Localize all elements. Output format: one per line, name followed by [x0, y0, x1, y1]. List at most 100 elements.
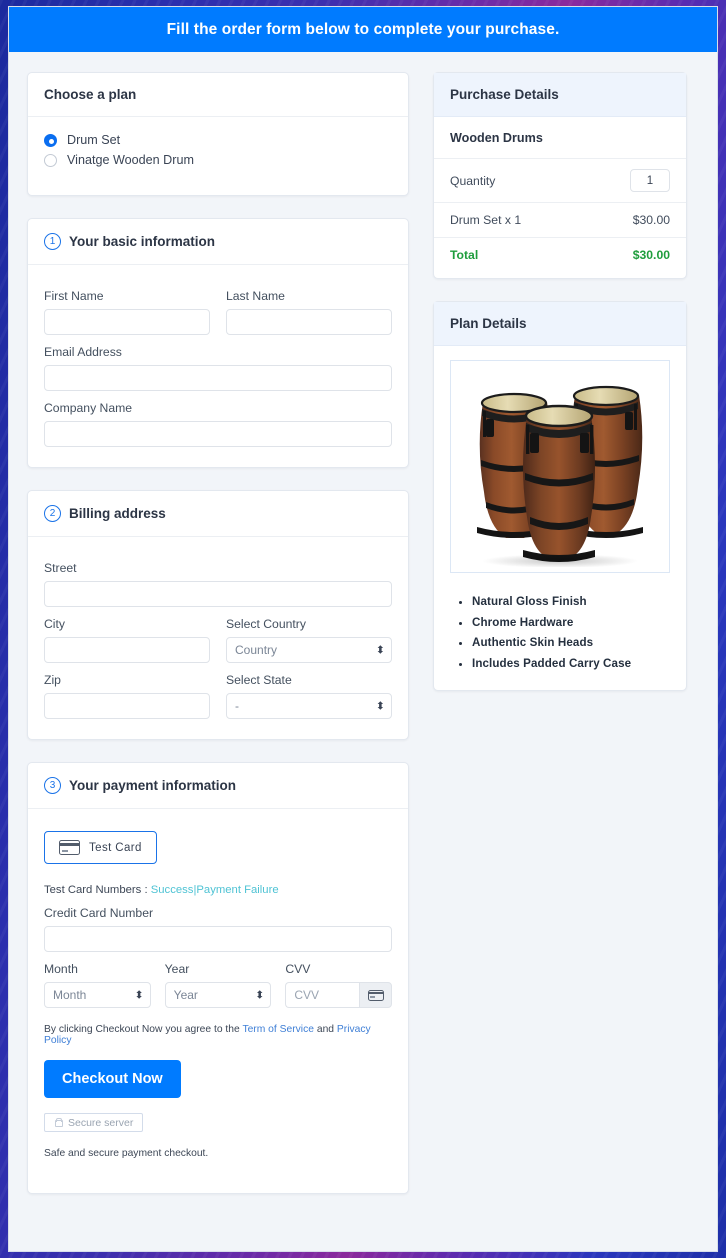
plan-option-drum-set[interactable]: Drum Set — [44, 133, 392, 147]
plan-features-list: Natural Gloss Finish Chrome Hardware Aut… — [450, 595, 670, 670]
test-card-button[interactable]: Test Card — [44, 831, 157, 864]
test-card-success-link[interactable]: Success — [151, 884, 194, 896]
choose-plan-body: Drum Set Vinatge Wooden Drum — [28, 117, 408, 195]
basic-information-card: 1 Your basic information First Name Last… — [27, 218, 409, 468]
zip-label: Zip — [44, 673, 61, 687]
cvv-card-addon — [359, 982, 393, 1008]
plan-product-image — [450, 360, 670, 573]
zip-input[interactable] — [44, 693, 210, 719]
plan-details-header: Plan Details — [434, 302, 686, 346]
cvv-group: CVV — [285, 952, 393, 1008]
company-input[interactable] — [44, 421, 392, 447]
purchase-details-header: Purchase Details — [434, 73, 686, 117]
name-row: First Name Last Name — [44, 279, 392, 335]
total-price: $30.00 — [632, 248, 670, 262]
plan-option-vintage-wooden-drum[interactable]: Vinatge Wooden Drum — [44, 153, 392, 167]
city-group: City — [44, 607, 210, 663]
country-label: Select Country — [226, 617, 306, 631]
agreement-prefix: By clicking Checkout Now you agree to th… — [44, 1024, 240, 1035]
cvv-input-group — [285, 982, 393, 1008]
total-label: Total — [450, 248, 479, 262]
credit-card-number-label: Credit Card Number — [44, 906, 154, 920]
payment-information-card: 3 Your payment information Test Card Tes… — [27, 762, 409, 1194]
choose-plan-title: Choose a plan — [44, 87, 137, 102]
month-select-wrap: Month — [44, 982, 151, 1008]
year-label: Year — [164, 962, 190, 976]
street-group: Street — [44, 561, 392, 607]
plan-option-label-drum-set: Drum Set — [67, 133, 121, 147]
basic-information-title: Your basic information — [69, 234, 216, 249]
terms-of-service-link[interactable]: Term of Service — [242, 1024, 314, 1035]
billing-address-body: Street City Select Country Country ⬍ Zip… — [28, 537, 408, 739]
country-group: Select Country Country — [226, 607, 392, 663]
purchase-product-name: Wooden Drums — [450, 131, 543, 145]
billing-address-header: 2 Billing address — [28, 491, 408, 537]
month-select[interactable]: Month — [44, 982, 151, 1008]
month-label: Month — [44, 962, 78, 976]
company-group: Company Name — [44, 401, 392, 447]
billing-address-card: 2 Billing address Street City Select Cou… — [27, 490, 409, 740]
safe-checkout-note: Safe and secure payment checkout. — [44, 1148, 209, 1159]
first-name-input[interactable] — [44, 309, 210, 335]
plan-feature-item: Authentic Skin Heads — [472, 636, 670, 649]
secure-server-badge: Secure server — [44, 1113, 144, 1132]
state-select-wrap: - — [226, 693, 392, 719]
line-item-label: Drum Set x 1 — [450, 213, 522, 227]
first-name-label: First Name — [44, 289, 104, 303]
test-card-button-label: Test Card — [89, 841, 142, 854]
step-number-1: 1 — [44, 233, 61, 250]
city-country-row: City Select Country Country — [44, 607, 392, 663]
choose-plan-card: Choose a plan Drum Set Vinatge Wooden Dr… — [27, 72, 409, 196]
radio-icon-vintage-wooden-drum[interactable] — [44, 153, 57, 167]
step-number-2: 2 — [44, 505, 61, 522]
first-name-group: First Name — [44, 279, 210, 335]
year-group: Year Year — [164, 952, 272, 1008]
payment-information-body: Test Card Test Card Numbers : Success|Pa… — [28, 809, 408, 1193]
header-banner: Fill the order form below to complete yo… — [9, 7, 717, 52]
quantity-row: Quantity — [434, 158, 686, 202]
plan-feature-item: Includes Padded Carry Case — [472, 657, 670, 670]
company-label: Company Name — [44, 401, 133, 415]
quantity-input[interactable] — [630, 169, 670, 192]
total-row: Total $30.00 — [434, 237, 686, 278]
last-name-group: Last Name — [226, 279, 392, 335]
cvv-input[interactable] — [285, 982, 360, 1008]
last-name-label: Last Name — [226, 289, 285, 303]
email-label: Email Address — [44, 345, 122, 359]
content-wrap: Choose a plan Drum Set Vinatge Wooden Dr… — [9, 52, 717, 1216]
conga-drums-illustration — [477, 385, 643, 567]
cvv-credit-card-icon — [367, 989, 384, 1001]
basic-information-header: 1 Your basic information — [28, 219, 408, 265]
country-select-wrap: Country — [226, 637, 392, 663]
banner-text: Fill the order form below to complete yo… — [166, 20, 560, 38]
plan-feature-item: Chrome Hardware — [472, 616, 670, 629]
year-select[interactable]: Year — [164, 982, 272, 1008]
radio-icon-drum-set[interactable] — [44, 133, 57, 147]
street-input[interactable] — [44, 581, 392, 607]
street-label: Street — [44, 561, 77, 575]
step-number-3: 3 — [44, 777, 61, 794]
plan-details-card: Plan Details • Natural Gloss Finish • Ch… — [433, 301, 687, 691]
city-input[interactable] — [44, 637, 210, 663]
year-select-wrap: Year — [164, 982, 272, 1008]
credit-card-number-input[interactable] — [44, 926, 392, 952]
page-container: Fill the order form below to complete yo… — [8, 6, 718, 1252]
payment-information-title: Your payment information — [69, 778, 237, 793]
city-label: City — [44, 617, 65, 631]
lock-icon — [54, 1118, 63, 1127]
secure-server-label: Secure server — [68, 1116, 134, 1129]
last-name-input[interactable] — [226, 309, 392, 335]
purchase-details-title: Purchase Details — [450, 87, 559, 102]
cvv-label: CVV — [285, 962, 311, 976]
country-select[interactable]: Country — [226, 637, 392, 663]
line-item-price: $30.00 — [632, 213, 670, 227]
state-select[interactable]: - — [226, 693, 392, 719]
checkout-now-button[interactable]: Checkout Now — [44, 1060, 181, 1098]
choose-plan-header: Choose a plan — [28, 73, 408, 117]
email-input[interactable] — [44, 365, 392, 391]
test-card-failure-link[interactable]: Payment Failure — [196, 884, 278, 896]
test-card-numbers-line: Test Card Numbers : Success|Payment Fail… — [44, 884, 392, 896]
line-item-row: Drum Set x 1 $30.00 — [434, 202, 686, 237]
quantity-label: Quantity — [450, 173, 496, 188]
zip-state-row: Zip Select State - — [44, 663, 392, 719]
